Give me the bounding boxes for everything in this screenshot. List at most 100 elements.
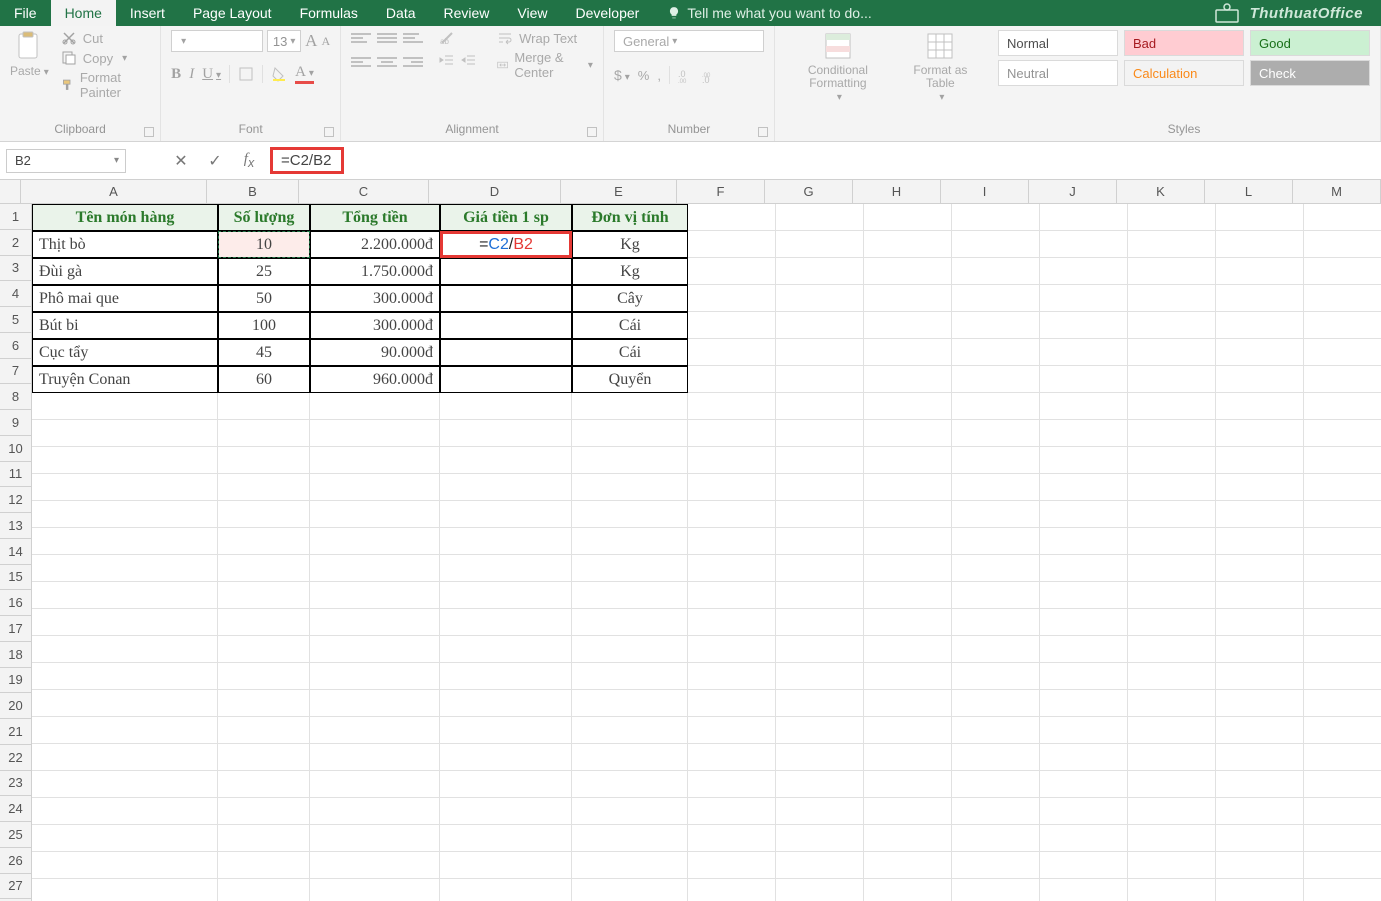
- cell-B22[interactable]: [218, 771, 310, 798]
- cell-B15[interactable]: [218, 582, 310, 609]
- column-header-B[interactable]: B: [207, 180, 299, 204]
- cell-C23[interactable]: [310, 798, 440, 825]
- cell-F25[interactable]: [688, 852, 776, 879]
- cell-L17[interactable]: [1216, 636, 1304, 663]
- cell-J25[interactable]: [1040, 852, 1128, 879]
- row-headers[interactable]: 1234567891011121314151617181920212223242…: [0, 204, 32, 901]
- cell-L12[interactable]: [1216, 501, 1304, 528]
- cell-J3[interactable]: [1040, 258, 1128, 285]
- cell-I24[interactable]: [952, 825, 1040, 852]
- cell-L11[interactable]: [1216, 474, 1304, 501]
- cell-F17[interactable]: [688, 636, 776, 663]
- cell-K19[interactable]: [1128, 690, 1216, 717]
- row-header-11[interactable]: 11: [0, 462, 32, 488]
- cell-K2[interactable]: [1128, 231, 1216, 258]
- cell-E3[interactable]: Kg: [572, 258, 688, 285]
- cell-B4[interactable]: 50: [218, 285, 310, 312]
- cell-D6[interactable]: [440, 339, 572, 366]
- cell-D15[interactable]: [440, 582, 572, 609]
- cell-G21[interactable]: [776, 744, 864, 771]
- cell-J23[interactable]: [1040, 798, 1128, 825]
- cell-K22[interactable]: [1128, 771, 1216, 798]
- cell-L6[interactable]: [1216, 339, 1304, 366]
- cell-I4[interactable]: [952, 285, 1040, 312]
- cell-E1[interactable]: Đơn vị tính: [572, 204, 688, 231]
- cell-A25[interactable]: [32, 852, 218, 879]
- cell-D12[interactable]: [440, 501, 572, 528]
- cell-L4[interactable]: [1216, 285, 1304, 312]
- cell-H24[interactable]: [864, 825, 952, 852]
- row-header-1[interactable]: 1: [0, 204, 32, 230]
- borders-button[interactable]: [238, 66, 254, 82]
- cell-B8[interactable]: [218, 393, 310, 420]
- cell-C13[interactable]: [310, 528, 440, 555]
- cell-E12[interactable]: [572, 501, 688, 528]
- cell-F1[interactable]: [688, 204, 776, 231]
- cell-L18[interactable]: [1216, 663, 1304, 690]
- row-header-10[interactable]: 10: [0, 436, 32, 462]
- paste-button[interactable]: Paste: [10, 30, 49, 78]
- formula-input[interactable]: =C2/B2: [268, 149, 1375, 173]
- tell-me-search[interactable]: Tell me what you want to do...: [653, 0, 885, 26]
- align-middle-button[interactable]: [377, 30, 397, 46]
- cell-I14[interactable]: [952, 555, 1040, 582]
- cell-K9[interactable]: [1128, 420, 1216, 447]
- cell-D7[interactable]: [440, 366, 572, 393]
- cell-F3[interactable]: [688, 258, 776, 285]
- cell-A8[interactable]: [32, 393, 218, 420]
- cell-J18[interactable]: [1040, 663, 1128, 690]
- row-header-9[interactable]: 9: [0, 410, 32, 436]
- cell-C10[interactable]: [310, 447, 440, 474]
- align-top-button[interactable]: [351, 30, 371, 46]
- cell-L7[interactable]: [1216, 366, 1304, 393]
- style-normal[interactable]: Normal: [998, 30, 1118, 56]
- cell-L24[interactable]: [1216, 825, 1304, 852]
- cell-H4[interactable]: [864, 285, 952, 312]
- style-calculation[interactable]: Calculation: [1124, 60, 1244, 86]
- cell-J13[interactable]: [1040, 528, 1128, 555]
- cell-M24[interactable]: [1304, 825, 1381, 852]
- cell-A24[interactable]: [32, 825, 218, 852]
- cell-A20[interactable]: [32, 717, 218, 744]
- cell-M2[interactable]: [1304, 231, 1381, 258]
- cell-I10[interactable]: [952, 447, 1040, 474]
- cell-F16[interactable]: [688, 609, 776, 636]
- cell-L1[interactable]: [1216, 204, 1304, 231]
- cell-G20[interactable]: [776, 717, 864, 744]
- cell-A14[interactable]: [32, 555, 218, 582]
- bold-button[interactable]: B: [171, 66, 181, 83]
- font-size-select[interactable]: 13: [267, 30, 301, 52]
- cell-K15[interactable]: [1128, 582, 1216, 609]
- cell-B17[interactable]: [218, 636, 310, 663]
- cell-C20[interactable]: [310, 717, 440, 744]
- cell-I8[interactable]: [952, 393, 1040, 420]
- cell-E19[interactable]: [572, 690, 688, 717]
- cell-A26[interactable]: [32, 879, 218, 901]
- cell-M15[interactable]: [1304, 582, 1381, 609]
- cell-K4[interactable]: [1128, 285, 1216, 312]
- percent-format-button[interactable]: %: [638, 68, 650, 83]
- style-bad[interactable]: Bad: [1124, 30, 1244, 56]
- row-header-18[interactable]: 18: [0, 642, 32, 668]
- cell-L26[interactable]: [1216, 879, 1304, 901]
- cell-K6[interactable]: [1128, 339, 1216, 366]
- cell-B26[interactable]: [218, 879, 310, 901]
- cell-E20[interactable]: [572, 717, 688, 744]
- cell-C24[interactable]: [310, 825, 440, 852]
- cell-B10[interactable]: [218, 447, 310, 474]
- cell-F9[interactable]: [688, 420, 776, 447]
- cell-L22[interactable]: [1216, 771, 1304, 798]
- cell-C15[interactable]: [310, 582, 440, 609]
- cell-E23[interactable]: [572, 798, 688, 825]
- cell-E26[interactable]: [572, 879, 688, 901]
- cell-J9[interactable]: [1040, 420, 1128, 447]
- cell-D11[interactable]: [440, 474, 572, 501]
- cell-G15[interactable]: [776, 582, 864, 609]
- cell-B11[interactable]: [218, 474, 310, 501]
- italic-button[interactable]: I: [189, 66, 194, 83]
- cell-C18[interactable]: [310, 663, 440, 690]
- column-header-M[interactable]: M: [1293, 180, 1381, 204]
- cell-B16[interactable]: [218, 609, 310, 636]
- style-check-cell[interactable]: Check: [1250, 60, 1370, 86]
- cell-J15[interactable]: [1040, 582, 1128, 609]
